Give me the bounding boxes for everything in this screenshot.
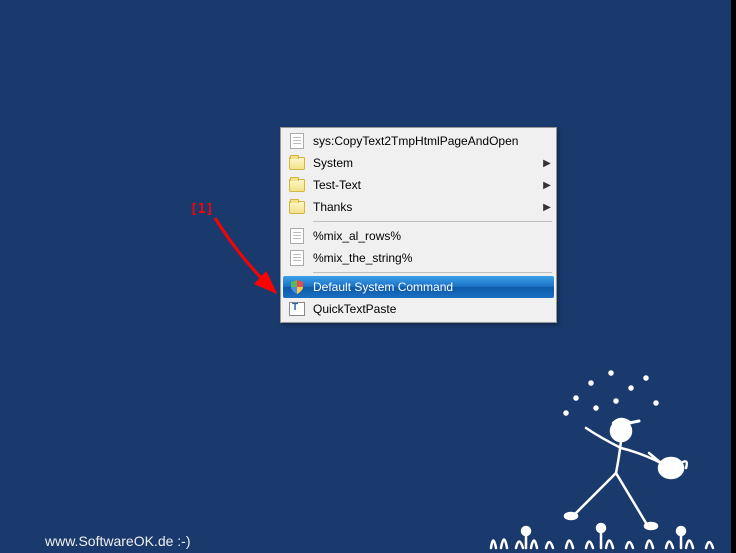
shield-icon <box>285 277 309 297</box>
menu-item-label: Test-Text <box>313 178 542 192</box>
submenu-arrow-icon: ▶ <box>542 180 552 191</box>
menu-item-label: Thanks <box>313 200 542 214</box>
menu-separator <box>313 221 552 222</box>
menu-item-system[interactable]: System ▶ <box>283 152 554 174</box>
annotation-label: [1] <box>190 202 213 217</box>
folder-icon <box>285 175 309 195</box>
menu-item-label: %mix_al_rows% <box>313 229 552 243</box>
menu-item-mix-string[interactable]: %mix_the_string% <box>283 247 554 269</box>
submenu-arrow-icon: ▶ <box>542 158 552 169</box>
text-file-icon <box>285 248 309 268</box>
menu-item-testtext[interactable]: Test-Text ▶ <box>283 174 554 196</box>
text-file-icon <box>285 226 309 246</box>
menu-item-quicktextpaste[interactable]: QuickTextPaste <box>283 298 554 320</box>
menu-item-copytext[interactable]: sys:CopyText2TmpHtmlPageAndOpen <box>283 130 554 152</box>
text-file-icon <box>285 131 309 151</box>
app-icon <box>285 299 309 319</box>
menu-item-label: sys:CopyText2TmpHtmlPageAndOpen <box>313 134 552 148</box>
menu-item-label: QuickTextPaste <box>313 302 552 316</box>
context-menu: sys:CopyText2TmpHtmlPageAndOpen System ▶… <box>280 127 557 323</box>
menu-item-label: System <box>313 156 542 170</box>
folder-icon <box>285 197 309 217</box>
menu-separator <box>313 272 552 273</box>
menu-item-label: Default System Command <box>313 280 552 294</box>
menu-item-thanks[interactable]: Thanks ▶ <box>283 196 554 218</box>
folder-icon <box>285 153 309 173</box>
menu-item-mix-rows[interactable]: %mix_al_rows% <box>283 225 554 247</box>
submenu-arrow-icon: ▶ <box>542 202 552 213</box>
menu-item-default-system-command[interactable]: Default System Command <box>283 276 554 298</box>
decorative-doodle-icon <box>471 353 731 553</box>
watermark: www.SoftwareOK.de :-) <box>45 533 191 549</box>
menu-item-label: %mix_the_string% <box>313 251 552 265</box>
